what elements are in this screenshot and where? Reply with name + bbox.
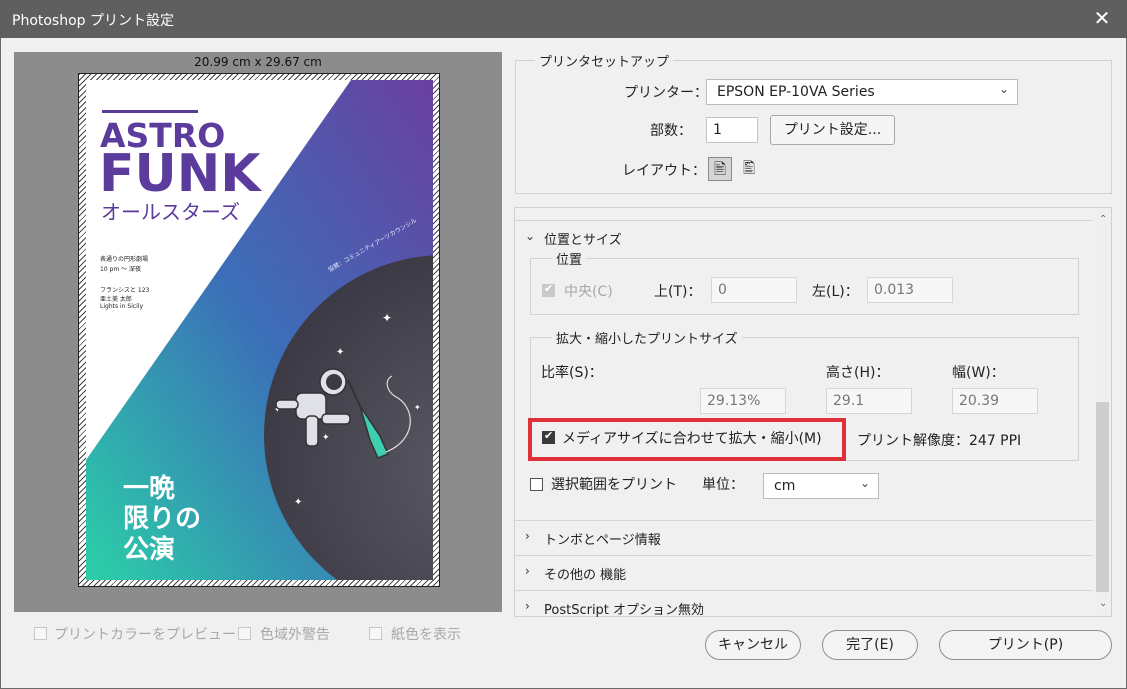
chevron-down-icon: ⌄ xyxy=(859,476,870,490)
printer-label: プリンター： xyxy=(624,85,708,101)
section-other-functions-label: その他の 機能 xyxy=(544,568,627,583)
center-label: 中央(C) xyxy=(564,284,613,300)
paper-color-label: 紙色を表示 xyxy=(391,627,461,643)
chevron-right-icon: › xyxy=(525,564,530,578)
cancel-button[interactable]: キャンセル xyxy=(705,630,801,660)
poster-info-5: Lights in Sicily xyxy=(100,303,144,310)
units-select-value: cm xyxy=(774,478,796,494)
layout-label: レイアウト： xyxy=(622,163,706,179)
poster-accent-line xyxy=(102,110,198,113)
svg-text:✦: ✦ xyxy=(294,497,302,508)
landscape-layout-icon[interactable]: 🖺 xyxy=(737,157,761,181)
copies-input[interactable]: 1 xyxy=(706,117,758,143)
poster-title-line3: オールスターズ xyxy=(101,200,240,224)
section-postscript[interactable]: › PostScript オプション無効 xyxy=(515,590,1093,618)
section-postscript-label: PostScript オプション無効 xyxy=(544,603,705,618)
height-input[interactable]: 29.1 xyxy=(826,388,912,414)
scroll-down-icon[interactable]: ⌄ xyxy=(1099,598,1107,609)
section-position-size[interactable]: ⌄ 位置とサイズ xyxy=(515,220,1093,254)
copies-label: 部数： xyxy=(650,123,692,139)
poster-title-line2: FUNK xyxy=(99,144,261,204)
center-checkbox[interactable] xyxy=(542,282,555,297)
scrollbar-thumb[interactable] xyxy=(1096,402,1109,592)
title-bar: Photoshop プリント設定 ✕ xyxy=(0,0,1127,38)
svg-text:✦: ✦ xyxy=(414,403,421,412)
poster-headline-3: 公演 xyxy=(123,535,176,565)
chevron-down-icon: ⌄ xyxy=(998,82,1009,96)
left-input[interactable]: 0.013 xyxy=(867,277,953,303)
section-other-functions[interactable]: › その他の 機能 xyxy=(515,555,1093,589)
paper-size-label: 20.99 cm x 29.67 cm xyxy=(194,55,322,69)
scale-input[interactable]: 29.13% xyxy=(700,388,786,414)
paper-color-checkbox[interactable] xyxy=(369,627,382,640)
top-label: 上(T)： xyxy=(654,284,702,300)
poster-preview-image: ✦ ✦ ✦ ✦ ✦ ✦ ASTRO FUNK オールスターズ 表通りの円形劇場 … xyxy=(86,80,433,580)
printer-select-value: EPSON EP-10VA Series xyxy=(717,84,875,100)
done-button[interactable]: 完了(E) xyxy=(822,630,918,660)
highlight-box xyxy=(528,418,846,461)
preview-color-checkbox[interactable] xyxy=(34,627,47,640)
chevron-down-icon: ⌄ xyxy=(525,229,536,243)
print-selection-checkbox[interactable] xyxy=(530,478,543,491)
chevron-right-icon: › xyxy=(525,529,530,543)
svg-text:✦: ✦ xyxy=(382,311,392,325)
poster-info-2: 10 pm ～ 深夜 xyxy=(100,266,142,273)
position-group-label: 位置 xyxy=(552,249,587,268)
print-selection-label: 選択範囲をプリント xyxy=(551,477,677,493)
chevron-right-icon: › xyxy=(525,599,530,613)
section-crop-marks-label: トンボとページ情報 xyxy=(544,533,661,548)
units-select[interactable]: cm ⌄ xyxy=(763,473,879,499)
left-label: 左(L)： xyxy=(812,284,859,300)
section-crop-marks[interactable]: › トンボとページ情報 xyxy=(515,520,1093,554)
gamut-warning-checkbox[interactable] xyxy=(238,627,251,640)
printer-select[interactable]: EPSON EP-10VA Series ⌄ xyxy=(706,79,1018,105)
svg-text:✦: ✦ xyxy=(322,433,330,443)
height-label: 高さ(H)： xyxy=(826,365,890,381)
close-icon[interactable]: ✕ xyxy=(1091,7,1113,29)
units-label: 単位： xyxy=(702,477,744,493)
scale-label: 比率(S)： xyxy=(541,365,603,381)
width-label: 幅(W)： xyxy=(952,365,1005,381)
svg-text:✦: ✦ xyxy=(336,347,344,358)
poster-info-3: フランシスと 123 xyxy=(100,287,150,294)
width-input[interactable]: 20.39 xyxy=(952,388,1038,414)
poster-info-1: 表通りの円形劇場 xyxy=(100,256,149,263)
top-input[interactable]: 0 xyxy=(711,277,797,303)
print-settings-button[interactable]: プリント設定... xyxy=(770,115,895,145)
gamut-warning-label: 色域外警告 xyxy=(260,627,330,643)
poster-info-4: 亜土美 太郎 xyxy=(100,296,132,303)
print-resolution-text: プリント解像度：247 PPI xyxy=(857,433,1022,449)
scroll-up-icon[interactable]: ⌃ xyxy=(1099,214,1107,225)
portrait-layout-icon[interactable]: 🖹 xyxy=(708,157,732,181)
section-position-size-label: 位置とサイズ xyxy=(544,233,622,248)
window-title: Photoshop プリント設定 xyxy=(12,13,175,29)
preview-color-label: プリントカラーをプレビュー xyxy=(54,627,236,643)
scaled-size-group-label: 拡大・縮小したプリントサイズ xyxy=(552,328,742,347)
print-button[interactable]: プリント(P) xyxy=(939,630,1112,660)
printer-setup-label: プリンタセットアップ xyxy=(535,51,674,70)
